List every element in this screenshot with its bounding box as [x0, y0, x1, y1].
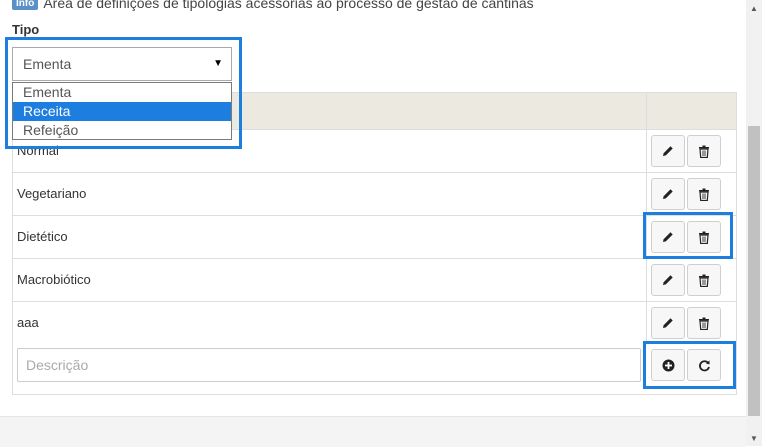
info-text: Área de definições de tipologias acessór…	[43, 0, 534, 11]
pencil-icon	[663, 146, 673, 156]
pencil-icon	[663, 232, 673, 242]
row-description: aaa	[17, 315, 39, 330]
scroll-up-icon[interactable]: ▲	[746, 0, 762, 16]
column-divider	[646, 259, 647, 301]
column-divider	[646, 93, 647, 129]
vertical-scrollbar[interactable]: ▲ ▼	[746, 0, 762, 446]
tipo-option[interactable]: Ementa	[13, 83, 231, 102]
trash-icon	[699, 145, 709, 158]
tipo-selected-value: Ementa	[23, 56, 72, 72]
delete-button[interactable]	[687, 264, 721, 296]
row-description: Macrobiótico	[17, 272, 91, 287]
info-badge: Info	[12, 0, 39, 10]
caret-down-icon: ▼	[213, 58, 223, 69]
refresh-icon	[698, 359, 710, 371]
tipo-select[interactable]: Ementa ▼	[12, 47, 232, 81]
tipo-option[interactable]: Refeição	[13, 121, 231, 140]
pencil-icon	[663, 318, 673, 328]
add-button[interactable]	[651, 349, 685, 381]
edit-button[interactable]	[651, 178, 685, 210]
row-description: Vegetariano	[17, 186, 87, 201]
tipo-label: Tipo	[12, 22, 40, 37]
trash-icon	[699, 188, 709, 201]
trash-icon	[699, 231, 709, 244]
edit-button[interactable]	[651, 307, 685, 339]
column-divider	[646, 173, 647, 215]
table-row: Vegetariano	[13, 173, 736, 216]
delete-button[interactable]	[687, 135, 721, 167]
info-line: Info Área de definições de tipologias ac…	[12, 0, 534, 12]
new-item-row	[13, 343, 736, 387]
delete-button[interactable]	[687, 178, 721, 210]
pencil-icon	[663, 275, 673, 285]
scrollbar-thumb[interactable]	[748, 126, 760, 416]
trash-icon	[699, 317, 709, 330]
description-input[interactable]	[17, 348, 641, 382]
table-row: Macrobiótico	[13, 259, 736, 302]
plus-circle-icon	[662, 359, 674, 371]
edit-button[interactable]	[651, 221, 685, 253]
delete-button[interactable]	[687, 221, 721, 253]
pencil-icon	[663, 189, 673, 199]
column-divider	[646, 130, 647, 172]
column-divider	[646, 216, 647, 258]
row-description: Dietético	[17, 229, 68, 244]
table-row: Dietético	[13, 216, 736, 259]
tipo-option[interactable]: Receita	[13, 102, 231, 121]
trash-icon	[699, 274, 709, 287]
edit-button[interactable]	[651, 135, 685, 167]
column-divider	[646, 302, 647, 344]
delete-button[interactable]	[687, 307, 721, 339]
footer-strip	[0, 416, 746, 447]
table-row: aaa	[13, 302, 736, 345]
tipo-dropdown: Ementa Receita Refeição	[12, 82, 232, 140]
reset-button[interactable]	[687, 349, 721, 381]
scroll-down-icon[interactable]: ▼	[746, 430, 762, 446]
edit-button[interactable]	[651, 264, 685, 296]
